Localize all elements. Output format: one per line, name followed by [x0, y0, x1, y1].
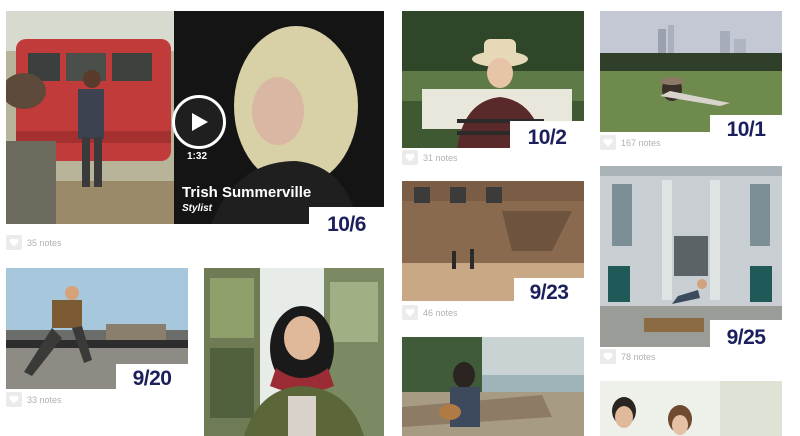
post-two-people	[600, 381, 782, 436]
video-duration: 1:32	[187, 151, 208, 162]
post-photo[interactable]	[204, 268, 384, 436]
post-video-stylist: 1:32 Trish Summerville Stylist 10/6 35 n…	[6, 11, 384, 251]
post-skyline-park: 10/1 167 notes	[600, 11, 782, 151]
post-building-jump: 9/25 78 notes	[600, 166, 782, 364]
post-date[interactable]: 9/20	[116, 364, 188, 394]
post-date[interactable]: 10/2	[510, 121, 584, 155]
notes-count[interactable]: 31 notes	[402, 150, 458, 165]
notes-label: 35 notes	[27, 237, 62, 248]
heart-icon[interactable]	[600, 135, 616, 150]
video-subtitle: Stylist	[182, 203, 213, 214]
play-icon	[192, 113, 208, 131]
post-photo[interactable]	[600, 11, 782, 132]
post-beach-ukulele	[402, 337, 584, 436]
video-title: Trish Summerville	[182, 184, 312, 201]
notes-count[interactable]: 78 notes	[600, 349, 656, 364]
skyline-photo	[600, 11, 782, 132]
notes-label: 31 notes	[423, 152, 458, 163]
notes-count[interactable]: 35 notes	[6, 235, 62, 250]
beach-photo	[402, 337, 584, 436]
heart-icon[interactable]	[402, 305, 418, 320]
heart-icon[interactable]	[6, 235, 22, 250]
post-date[interactable]: 9/25	[710, 320, 782, 356]
woman-scarf-photo	[204, 268, 384, 436]
heart-icon[interactable]	[600, 349, 616, 364]
heart-icon[interactable]	[6, 392, 22, 407]
post-date[interactable]: 10/6	[309, 207, 384, 243]
notes-count[interactable]: 167 notes	[600, 135, 661, 150]
two-people-photo	[600, 381, 782, 436]
post-date[interactable]: 9/23	[514, 278, 584, 308]
post-warehouse-run: 9/23 46 notes	[402, 181, 584, 321]
post-hat-portrait: 10/2 31 notes	[402, 11, 584, 166]
notes-label: 33 notes	[27, 394, 62, 405]
post-date[interactable]: 10/1	[710, 115, 782, 145]
notes-count[interactable]: 33 notes	[6, 392, 62, 407]
post-rooftop-man: 9/20 33 notes	[6, 268, 188, 408]
play-button[interactable]	[172, 95, 226, 149]
notes-label: 46 notes	[423, 307, 458, 318]
notes-label: 78 notes	[621, 351, 656, 362]
heart-icon[interactable]	[402, 150, 418, 165]
post-photo[interactable]	[402, 337, 584, 436]
notes-label: 167 notes	[621, 137, 661, 148]
notes-count[interactable]: 46 notes	[402, 305, 458, 320]
post-photo[interactable]	[600, 381, 782, 436]
post-woman-scarf	[204, 268, 384, 436]
